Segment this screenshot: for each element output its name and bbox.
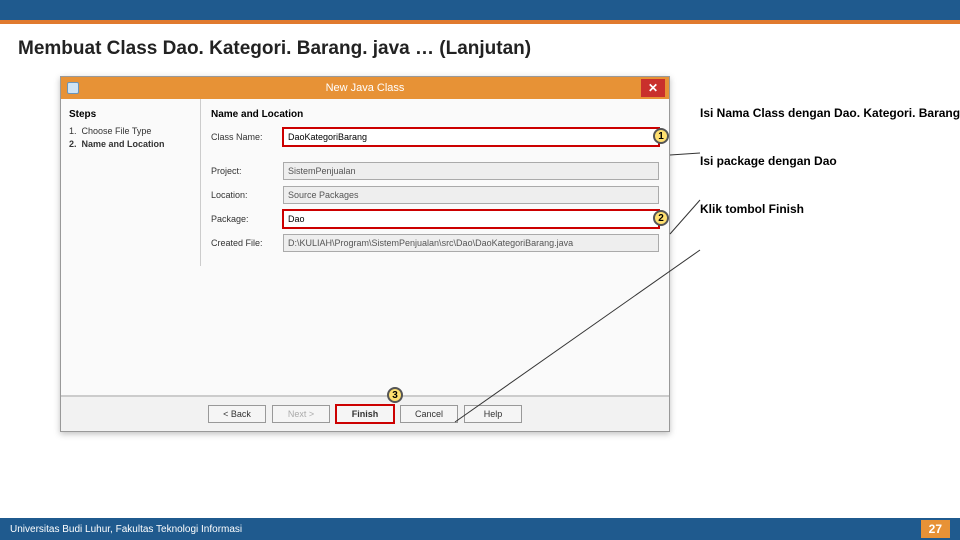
annotation-1: Isi Nama Class dengan Dao. Kategori. Bar… <box>700 106 960 120</box>
input-package[interactable] <box>283 210 659 228</box>
marker-1: 1 <box>653 128 669 144</box>
back-button[interactable]: < Back <box>208 405 266 423</box>
help-button[interactable]: Help <box>464 405 522 423</box>
marker-2: 2 <box>653 210 669 226</box>
form-panel: Name and Location Class Name: 1 Project:… <box>201 99 669 266</box>
slide-title: Membuat Class Dao. Kategori. Barang. jav… <box>0 24 960 66</box>
step-2: 2. Name and Location <box>69 139 192 149</box>
label-location: Location: <box>211 190 283 200</box>
top-banner <box>0 0 960 24</box>
dialog-footer: < Back Next > Finish Cancel Help 3 <box>61 396 669 431</box>
row-created: Created File: <box>211 234 659 252</box>
input-class-name[interactable] <box>283 128 659 146</box>
label-created: Created File: <box>211 238 283 248</box>
annotation-3: Klik tombol Finish <box>700 202 960 216</box>
label-project: Project: <box>211 166 283 176</box>
row-package: Package: 2 <box>211 210 659 228</box>
footer-bar: Universitas Budi Luhur, Fakultas Teknolo… <box>0 518 960 540</box>
next-button: Next > <box>272 405 330 423</box>
close-button[interactable]: ✕ <box>641 79 665 97</box>
dialog-body: Steps 1. Choose File Type 2. Name and Lo… <box>61 99 669 266</box>
cancel-button[interactable]: Cancel <box>400 405 458 423</box>
label-class-name: Class Name: <box>211 132 283 142</box>
new-class-dialog: New Java Class ✕ Steps 1. Choose File Ty… <box>60 76 670 432</box>
annotations: Isi Nama Class dengan Dao. Kategori. Bar… <box>700 106 960 250</box>
content-area: New Java Class ✕ Steps 1. Choose File Ty… <box>0 66 960 432</box>
input-project <box>283 162 659 180</box>
marker-3: 3 <box>387 387 403 403</box>
steps-panel: Steps 1. Choose File Type 2. Name and Lo… <box>61 99 201 266</box>
dialog-spacer <box>61 266 669 396</box>
row-class-name: Class Name: 1 <box>211 128 659 146</box>
page-number: 27 <box>921 520 950 538</box>
input-created <box>283 234 659 252</box>
annotation-2: Isi package dengan Dao <box>700 154 960 168</box>
label-package: Package: <box>211 214 283 224</box>
steps-header: Steps <box>69 109 192 120</box>
dialog-title: New Java Class <box>326 82 405 94</box>
step-1: 1. Choose File Type <box>69 126 192 136</box>
dialog-titlebar: New Java Class ✕ <box>61 77 669 99</box>
form-header: Name and Location <box>211 109 659 120</box>
row-project: Project: <box>211 162 659 180</box>
java-cube-icon <box>67 82 79 94</box>
row-location: Location: <box>211 186 659 204</box>
finish-button[interactable]: Finish <box>336 405 394 423</box>
select-location[interactable] <box>283 186 659 204</box>
footer-org: Universitas Budi Luhur, Fakultas Teknolo… <box>10 524 242 535</box>
